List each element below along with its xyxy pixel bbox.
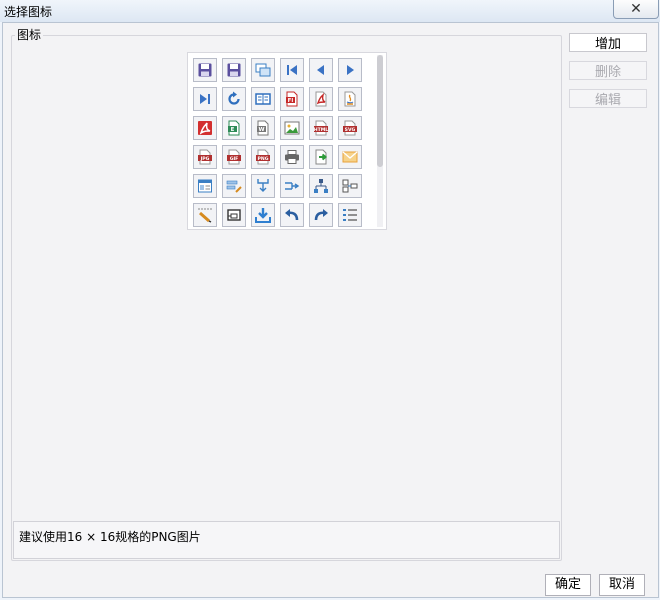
html-file-icon: HTML bbox=[314, 120, 329, 136]
form-icon-cell[interactable] bbox=[193, 174, 217, 198]
layout-icon bbox=[342, 179, 358, 193]
redo-icon-cell[interactable] bbox=[309, 203, 333, 227]
jpg-file-icon: JPG bbox=[198, 149, 212, 165]
word-file-icon: W bbox=[257, 120, 269, 136]
hierarchy-icon-cell[interactable] bbox=[309, 174, 333, 198]
next-record-icon bbox=[347, 65, 354, 75]
redo-icon bbox=[314, 209, 328, 221]
export-java-icon-cell[interactable] bbox=[338, 87, 362, 111]
download-icon-cell[interactable] bbox=[251, 203, 275, 227]
svg-file-icon: SVG bbox=[343, 120, 357, 136]
excel-file-icon: E bbox=[228, 120, 240, 136]
close-button[interactable]: ✕ bbox=[613, 0, 659, 19]
link-icon bbox=[227, 209, 241, 221]
export-icon bbox=[315, 149, 328, 165]
window-title: 选择图标 bbox=[4, 5, 53, 19]
save-multiple-icon-cell[interactable] bbox=[251, 58, 275, 82]
jpg-file-icon-cell[interactable]: JPG bbox=[193, 145, 217, 169]
previous-record-icon bbox=[317, 65, 324, 75]
cancel-button[interactable]: 取消 bbox=[599, 574, 645, 596]
png-file-icon-cell[interactable]: PNG bbox=[251, 145, 275, 169]
save-multiple-icon bbox=[255, 63, 271, 77]
excel-file-icon-cell[interactable]: E bbox=[222, 116, 246, 140]
svg-text:JPG: JPG bbox=[200, 156, 210, 162]
edit-list-icon-cell[interactable] bbox=[222, 174, 246, 198]
save-icon-cell[interactable] bbox=[193, 58, 217, 82]
form-icon bbox=[198, 179, 212, 193]
export-pdf-icon bbox=[315, 91, 327, 107]
export-flash-icon-cell[interactable]: Fl bbox=[280, 87, 304, 111]
next-record-icon-cell[interactable] bbox=[338, 58, 362, 82]
save-as-icon bbox=[227, 63, 241, 77]
word-file-icon-cell[interactable]: W bbox=[251, 116, 275, 140]
list-icon-cell[interactable] bbox=[338, 203, 362, 227]
undo-icon bbox=[285, 209, 299, 221]
mail-icon-cell[interactable] bbox=[338, 145, 362, 169]
book-icon bbox=[255, 93, 271, 105]
branch-right-icon bbox=[285, 182, 300, 190]
delete-button[interactable]: 删除 bbox=[569, 61, 647, 80]
layout-icon-cell[interactable] bbox=[338, 174, 362, 198]
last-record-icon-cell[interactable] bbox=[193, 87, 217, 111]
svg-text:E: E bbox=[231, 127, 235, 133]
ok-button[interactable]: 确定 bbox=[545, 574, 591, 596]
print-icon bbox=[285, 150, 299, 164]
list-icon bbox=[343, 209, 357, 221]
svg-text:SVG: SVG bbox=[345, 127, 356, 133]
png-file-icon: PNG bbox=[256, 149, 270, 165]
hierarchy-icon bbox=[314, 179, 328, 193]
image-file-icon-cell[interactable] bbox=[280, 116, 304, 140]
title-bar: 选择图标 ✕ bbox=[0, 0, 660, 22]
mail-icon bbox=[342, 151, 358, 163]
first-record-icon bbox=[287, 65, 297, 75]
download-icon bbox=[255, 208, 271, 223]
image-file-icon bbox=[284, 121, 300, 135]
close-icon: ✕ bbox=[630, 1, 642, 17]
svg-text:Fl: Fl bbox=[288, 98, 294, 104]
svg-file-icon-cell[interactable]: SVG bbox=[338, 116, 362, 140]
pencil-icon bbox=[198, 208, 212, 223]
icon-list[interactable]: Fl E W HTML SVG JPG GIF PNG bbox=[187, 52, 387, 230]
refresh-icon-cell[interactable] bbox=[222, 87, 246, 111]
book-icon-cell[interactable] bbox=[251, 87, 275, 111]
link-icon-cell[interactable] bbox=[222, 203, 246, 227]
gif-file-icon-cell[interactable]: GIF bbox=[222, 145, 246, 169]
refresh-icon bbox=[228, 91, 240, 105]
export-java-icon bbox=[344, 91, 356, 107]
svg-text:GIF: GIF bbox=[230, 156, 239, 162]
dialog-body: 图标 Fl E W HTML SVG JPG GIF PNG 建议使用16 × 16规格的PN… bbox=[2, 22, 659, 598]
pencil-icon-cell[interactable] bbox=[193, 203, 217, 227]
previous-record-icon-cell[interactable] bbox=[309, 58, 333, 82]
export-pdf-icon-cell[interactable] bbox=[309, 87, 333, 111]
merge-down-icon bbox=[257, 179, 269, 192]
print-icon-cell[interactable] bbox=[280, 145, 304, 169]
svg-text:PNG: PNG bbox=[258, 156, 269, 162]
edit-button[interactable]: 编辑 bbox=[569, 89, 647, 108]
icon-group-label: 图标 bbox=[15, 26, 44, 43]
hint-box: 建议使用16 × 16规格的PNG图片 bbox=[13, 521, 560, 559]
last-record-icon bbox=[200, 94, 210, 104]
add-button[interactable]: 增加 bbox=[569, 33, 647, 52]
save-as-icon-cell[interactable] bbox=[222, 58, 246, 82]
svg-text:W: W bbox=[258, 127, 264, 133]
svg-text:HTML: HTML bbox=[314, 127, 329, 133]
export-flash-icon: Fl bbox=[286, 91, 298, 107]
export-icon-cell[interactable] bbox=[309, 145, 333, 169]
pdf-file-icon bbox=[198, 121, 212, 135]
pdf-file-icon-cell[interactable] bbox=[193, 116, 217, 140]
branch-right-icon-cell[interactable] bbox=[280, 174, 304, 198]
merge-down-icon-cell[interactable] bbox=[251, 174, 275, 198]
scrollbar-thumb[interactable] bbox=[377, 55, 383, 167]
save-icon bbox=[198, 63, 212, 77]
first-record-icon-cell[interactable] bbox=[280, 58, 304, 82]
hint-text: 建议使用16 × 16规格的PNG图片 bbox=[19, 530, 201, 544]
icon-grid: Fl E W HTML SVG JPG GIF PNG bbox=[193, 58, 367, 227]
undo-icon-cell[interactable] bbox=[280, 203, 304, 227]
vertical-scrollbar[interactable] bbox=[377, 55, 383, 227]
gif-file-icon: GIF bbox=[227, 149, 241, 165]
icon-group: 图标 Fl E W HTML SVG JPG GIF PNG 建议使用16 × 16规格的PN… bbox=[11, 26, 562, 561]
edit-list-icon bbox=[226, 180, 242, 193]
html-file-icon-cell[interactable]: HTML bbox=[309, 116, 333, 140]
